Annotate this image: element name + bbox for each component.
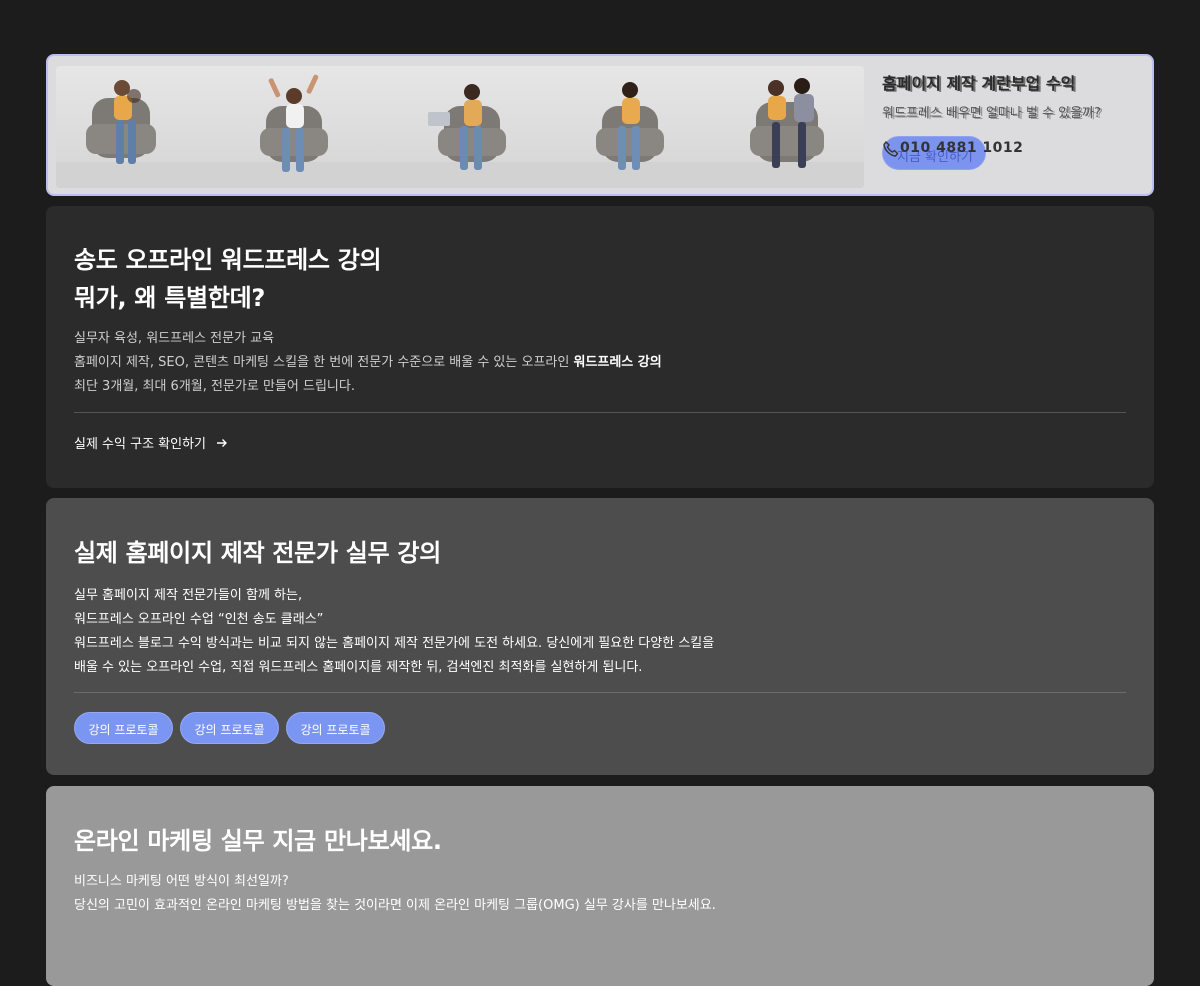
card1-title-line1: 송도 오프라인 워드프레스 강의: [74, 246, 382, 274]
offline-course-card: 송도 오프라인 워드프레스 강의 뭐가, 왜 특별한데? 실무자 육성, 워드프…: [46, 206, 1154, 488]
people-in-armchairs-image: [56, 66, 864, 188]
phone-number[interactable]: 010 4881 1012: [900, 140, 1023, 156]
hero-subtitle-overlay: 워드프레스 배우면 얼마나 벌 수 있을까?: [884, 107, 1103, 122]
card1-desc-line1: 실무자 육성, 워드프레스 전문가 교육: [74, 331, 275, 346]
course-protocol-label: 강의 프로토콜: [300, 723, 371, 737]
card2-line: 워드프레스 오프라인 수업 “인천 송도 클래스”: [74, 612, 324, 627]
course-protocol-button[interactable]: 강의 프로토콜: [180, 712, 279, 744]
hero-photo: [56, 66, 864, 188]
card3-line: 당신의 고민이 효과적인 온라인 마케팅 방법을 찾는 것이라면 이제 온라인 …: [74, 898, 716, 913]
card3-title: 온라인 마케팅 실무 지금 만나보세요.: [74, 827, 442, 855]
course-protocol-label: 강의 프로토콜: [88, 723, 159, 737]
card2-line: 배울 수 있는 오프라인 수업, 직접 워드프레스 홈페이지를 제작한 뒤, 검…: [74, 660, 643, 675]
arrow-right-icon: [217, 439, 228, 447]
card3-line: 비즈니스 마케팅 어떤 방식이 최선일까?: [74, 874, 289, 889]
course-protocol-button[interactable]: 강의 프로토콜: [74, 712, 173, 744]
revenue-structure-link-label: 실제 수익 구조 확인하기: [74, 437, 206, 452]
card2-line: 실무 홈페이지 제작 전문가들이 함께 하는,: [74, 588, 303, 603]
card1-title-line2: 뭐가, 왜 특별한데?: [74, 284, 266, 312]
practical-course-card: 실제 홈페이지 제작 전문가 실무 강의 실무 홈페이지 제작 전문가들이 함께…: [46, 498, 1154, 775]
online-marketing-card: 온라인 마케팅 실무 지금 만나보세요. 비즈니스 마케팅 어떤 방식이 최선일…: [46, 786, 1154, 986]
phone-icon: [883, 140, 899, 157]
card1-desc-line2: 홈페이지 제작, SEO, 콘텐츠 마케팅 스킬을 한 번에 전문가 수준으로 …: [74, 351, 662, 370]
hero-banner[interactable]: 홈페이지 제작 계란부업 수익 홈페이지 제작 계란부업 수익 워드프레스 배우…: [46, 54, 1154, 196]
card1-desc-line2-bold: 워드프레스 강의: [573, 355, 662, 370]
hero-text-panel: 홈페이지 제작 계란부업 수익 홈페이지 제작 계란부업 수익 워드프레스 배우…: [882, 70, 1142, 186]
card1-divider: [74, 412, 1126, 413]
hero-title-overlay: 홈페이지 제작 계란부업 수익: [884, 75, 1078, 94]
course-protocol-button[interactable]: 강의 프로토콜: [286, 712, 385, 744]
card2-title: 실제 홈페이지 제작 전문가 실무 강의: [74, 539, 441, 567]
card1-desc-line2-text: 홈페이지 제작, SEO, 콘텐츠 마케팅 스킬을 한 번에 전문가 수준으로 …: [74, 355, 574, 370]
course-protocol-label: 강의 프로토콜: [194, 723, 265, 737]
card2-line: 워드프레스 블로그 수익 방식과는 비교 되지 않는 홈페이지 제작 전문가에 …: [74, 636, 715, 651]
card2-divider: [74, 692, 1126, 693]
revenue-structure-link[interactable]: 실제 수익 구조 확인하기: [74, 433, 228, 452]
card1-desc-line3: 최단 3개월, 최대 6개월, 전문가로 만들어 드립니다.: [74, 379, 355, 394]
